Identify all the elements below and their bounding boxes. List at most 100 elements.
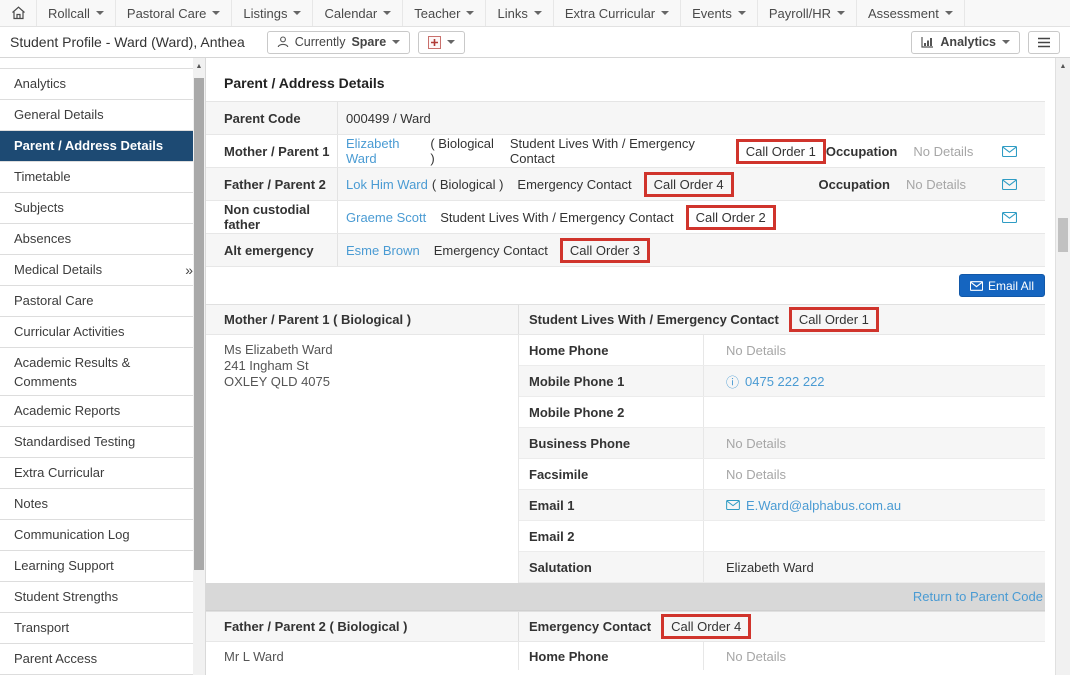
- parent-name-link[interactable]: Elizabeth Ward: [338, 136, 426, 166]
- email-link[interactable]: E.Ward@alphabus.com.au: [746, 498, 901, 513]
- nav-item-links[interactable]: Links: [486, 0, 553, 26]
- section-header-father: Father / Parent 2 ( Biological ) Emergen…: [206, 611, 1045, 642]
- field-row-salutation: Salutation Elizabeth Ward: [519, 552, 1045, 583]
- field-row-email-1: Email 1 E.Ward@alphabus.com.au: [519, 490, 1045, 521]
- nav-item-extra-curricular[interactable]: Extra Curricular: [554, 0, 681, 26]
- hamburger-menu-button[interactable]: [1028, 31, 1060, 54]
- sidebar-scrollbar-thumb[interactable]: [194, 78, 204, 570]
- field-row-home-phone: Home Phone No Details: [519, 335, 1045, 366]
- field-row-business-phone: Business Phone No Details: [519, 428, 1045, 459]
- analytics-chart-icon: [921, 36, 934, 48]
- contact-fields: Home Phone No Details: [518, 642, 1045, 670]
- sidebar-item-pastoral-care[interactable]: Pastoral Care: [0, 286, 193, 317]
- chevron-down-icon: [1002, 40, 1010, 44]
- email-all-row: Email All: [206, 267, 1045, 304]
- section-body-mother: Ms Elizabeth Ward 241 Ingham St OXLEY QL…: [206, 335, 1045, 583]
- field-row-home-phone: Home Phone No Details: [519, 642, 1045, 670]
- nav-item-pastoral-care[interactable]: Pastoral Care: [116, 0, 232, 26]
- parent-summary-table: Parent Code 000499 / Ward Mother / Paren…: [206, 101, 1045, 267]
- chevron-right-icon: »: [185, 255, 193, 285]
- sidebar-item-notes[interactable]: Notes: [0, 489, 193, 520]
- page-title: Student Profile - Ward (Ward), Anthea: [10, 34, 245, 50]
- nav-item-payroll-hr[interactable]: Payroll/HR: [758, 0, 857, 26]
- chevron-down-icon: [534, 11, 542, 15]
- table-row-non-custodial-father: Non custodial father Graeme Scott Studen…: [206, 201, 1045, 234]
- table-row-parent-code: Parent Code 000499 / Ward: [206, 102, 1045, 135]
- parent-address-block: Ms Elizabeth Ward 241 Ingham St OXLEY QL…: [206, 335, 518, 583]
- chevron-down-icon: [392, 40, 400, 44]
- add-menu-button[interactable]: [418, 31, 465, 54]
- top-navbar: Rollcall Pastoral Care Listings Calendar…: [0, 0, 1070, 27]
- title-bar: Student Profile - Ward (Ward), Anthea Cu…: [0, 27, 1070, 58]
- envelope-icon[interactable]: [1002, 212, 1017, 223]
- parent-name-link[interactable]: Lok Him Ward: [338, 177, 428, 192]
- chevron-down-icon: [945, 11, 953, 15]
- sidebar-item-extra-curricular[interactable]: Extra Curricular: [0, 458, 193, 489]
- sidebar-scrollbar[interactable]: ▲: [193, 58, 205, 675]
- section-heading: Parent / Address Details: [206, 58, 1045, 101]
- page-scrollbar-thumb[interactable]: [1058, 218, 1068, 252]
- sidebar-item-parent-access[interactable]: Parent Access: [0, 644, 193, 675]
- nav-item-events[interactable]: Events: [681, 0, 758, 26]
- sidebar-item-standardised-testing[interactable]: Standardised Testing: [0, 427, 193, 458]
- nav-item-teacher[interactable]: Teacher: [403, 0, 486, 26]
- sidebar-item-timetable[interactable]: Timetable: [0, 162, 193, 193]
- envelope-icon: [726, 500, 740, 510]
- email-all-button[interactable]: Email All: [959, 274, 1045, 297]
- field-row-facsimile: Facsimile No Details: [519, 459, 1045, 490]
- page-scrollbar[interactable]: ▲: [1055, 58, 1070, 675]
- home-icon[interactable]: [0, 0, 37, 26]
- parent-code-value: 000499 / Ward: [338, 111, 431, 126]
- parent-name-link[interactable]: Esme Brown: [338, 243, 420, 258]
- sidebar-item-analytics[interactable]: Analytics: [0, 68, 193, 100]
- sidebar-item-transport[interactable]: Transport: [0, 613, 193, 644]
- sidebar-item-learning-support[interactable]: Learning Support: [0, 551, 193, 582]
- table-row-father-parent2: Father / Parent 2 Lok Him Ward ( Biologi…: [206, 168, 1045, 201]
- field-row-mobile-phone-1: Mobile Phone 1 ⓘ 0475 222 222: [519, 366, 1045, 397]
- sidebar-item-parent-address-details[interactable]: Parent / Address Details: [0, 131, 193, 162]
- field-row-mobile-phone-2: Mobile Phone 2: [519, 397, 1045, 428]
- nav-item-assessment[interactable]: Assessment: [857, 0, 965, 26]
- sidebar-item-curricular-activities[interactable]: Curricular Activities: [0, 317, 193, 348]
- field-row-email-2: Email 2: [519, 521, 1045, 552]
- scroll-up-arrow[interactable]: ▲: [1056, 58, 1070, 74]
- scroll-up-arrow[interactable]: ▲: [193, 58, 205, 74]
- section-header-mother: Mother / Parent 1 ( Biological ) Student…: [206, 304, 1045, 335]
- nav-item-calendar[interactable]: Calendar: [313, 0, 403, 26]
- sidebar-item-general-details[interactable]: General Details: [0, 100, 193, 131]
- info-icon[interactable]: ⓘ: [726, 372, 739, 391]
- envelope-icon: [970, 281, 983, 291]
- add-box-icon: [428, 36, 441, 49]
- nav-item-listings[interactable]: Listings: [232, 0, 313, 26]
- chevron-down-icon: [661, 11, 669, 15]
- section-divider-band: Return to Parent Code: [206, 583, 1045, 611]
- profile-sidebar: Analytics General Details Parent / Addre…: [0, 58, 193, 675]
- envelope-icon[interactable]: [1002, 179, 1017, 190]
- return-to-parent-code-link[interactable]: Return to Parent Code: [913, 589, 1043, 604]
- hamburger-menu-icon: [1037, 37, 1051, 48]
- parent-address-details-panel: Parent / Address Details Parent Code 000…: [205, 58, 1055, 675]
- parent-address-block: Mr L Ward: [206, 642, 518, 670]
- phone-link[interactable]: 0475 222 222: [745, 374, 825, 389]
- currently-spare-button[interactable]: Currently Spare: [267, 31, 410, 54]
- person-icon: [277, 36, 289, 48]
- chevron-down-icon: [293, 11, 301, 15]
- call-order-annotation: Call Order 3: [560, 238, 650, 263]
- chevron-down-icon: [738, 11, 746, 15]
- chevron-down-icon: [466, 11, 474, 15]
- sidebar-item-academic-reports[interactable]: Academic Reports: [0, 396, 193, 427]
- envelope-icon[interactable]: [1002, 146, 1017, 157]
- call-order-annotation: Call Order 2: [686, 205, 776, 230]
- sidebar-item-academic-results-comments[interactable]: Academic Results & Comments: [0, 348, 193, 396]
- sidebar-item-medical-details[interactable]: Medical Details»: [0, 255, 193, 286]
- sidebar-item-subjects[interactable]: Subjects: [0, 193, 193, 224]
- section-body-father: Mr L Ward Home Phone No Details: [206, 642, 1045, 670]
- nav-item-rollcall[interactable]: Rollcall: [37, 0, 116, 26]
- parent-name-link[interactable]: Graeme Scott: [338, 210, 426, 225]
- sidebar-item-absences[interactable]: Absences: [0, 224, 193, 255]
- chevron-down-icon: [837, 11, 845, 15]
- chevron-down-icon: [447, 40, 455, 44]
- sidebar-item-student-strengths[interactable]: Student Strengths: [0, 582, 193, 613]
- analytics-button[interactable]: Analytics: [911, 31, 1020, 54]
- sidebar-item-communication-log[interactable]: Communication Log: [0, 520, 193, 551]
